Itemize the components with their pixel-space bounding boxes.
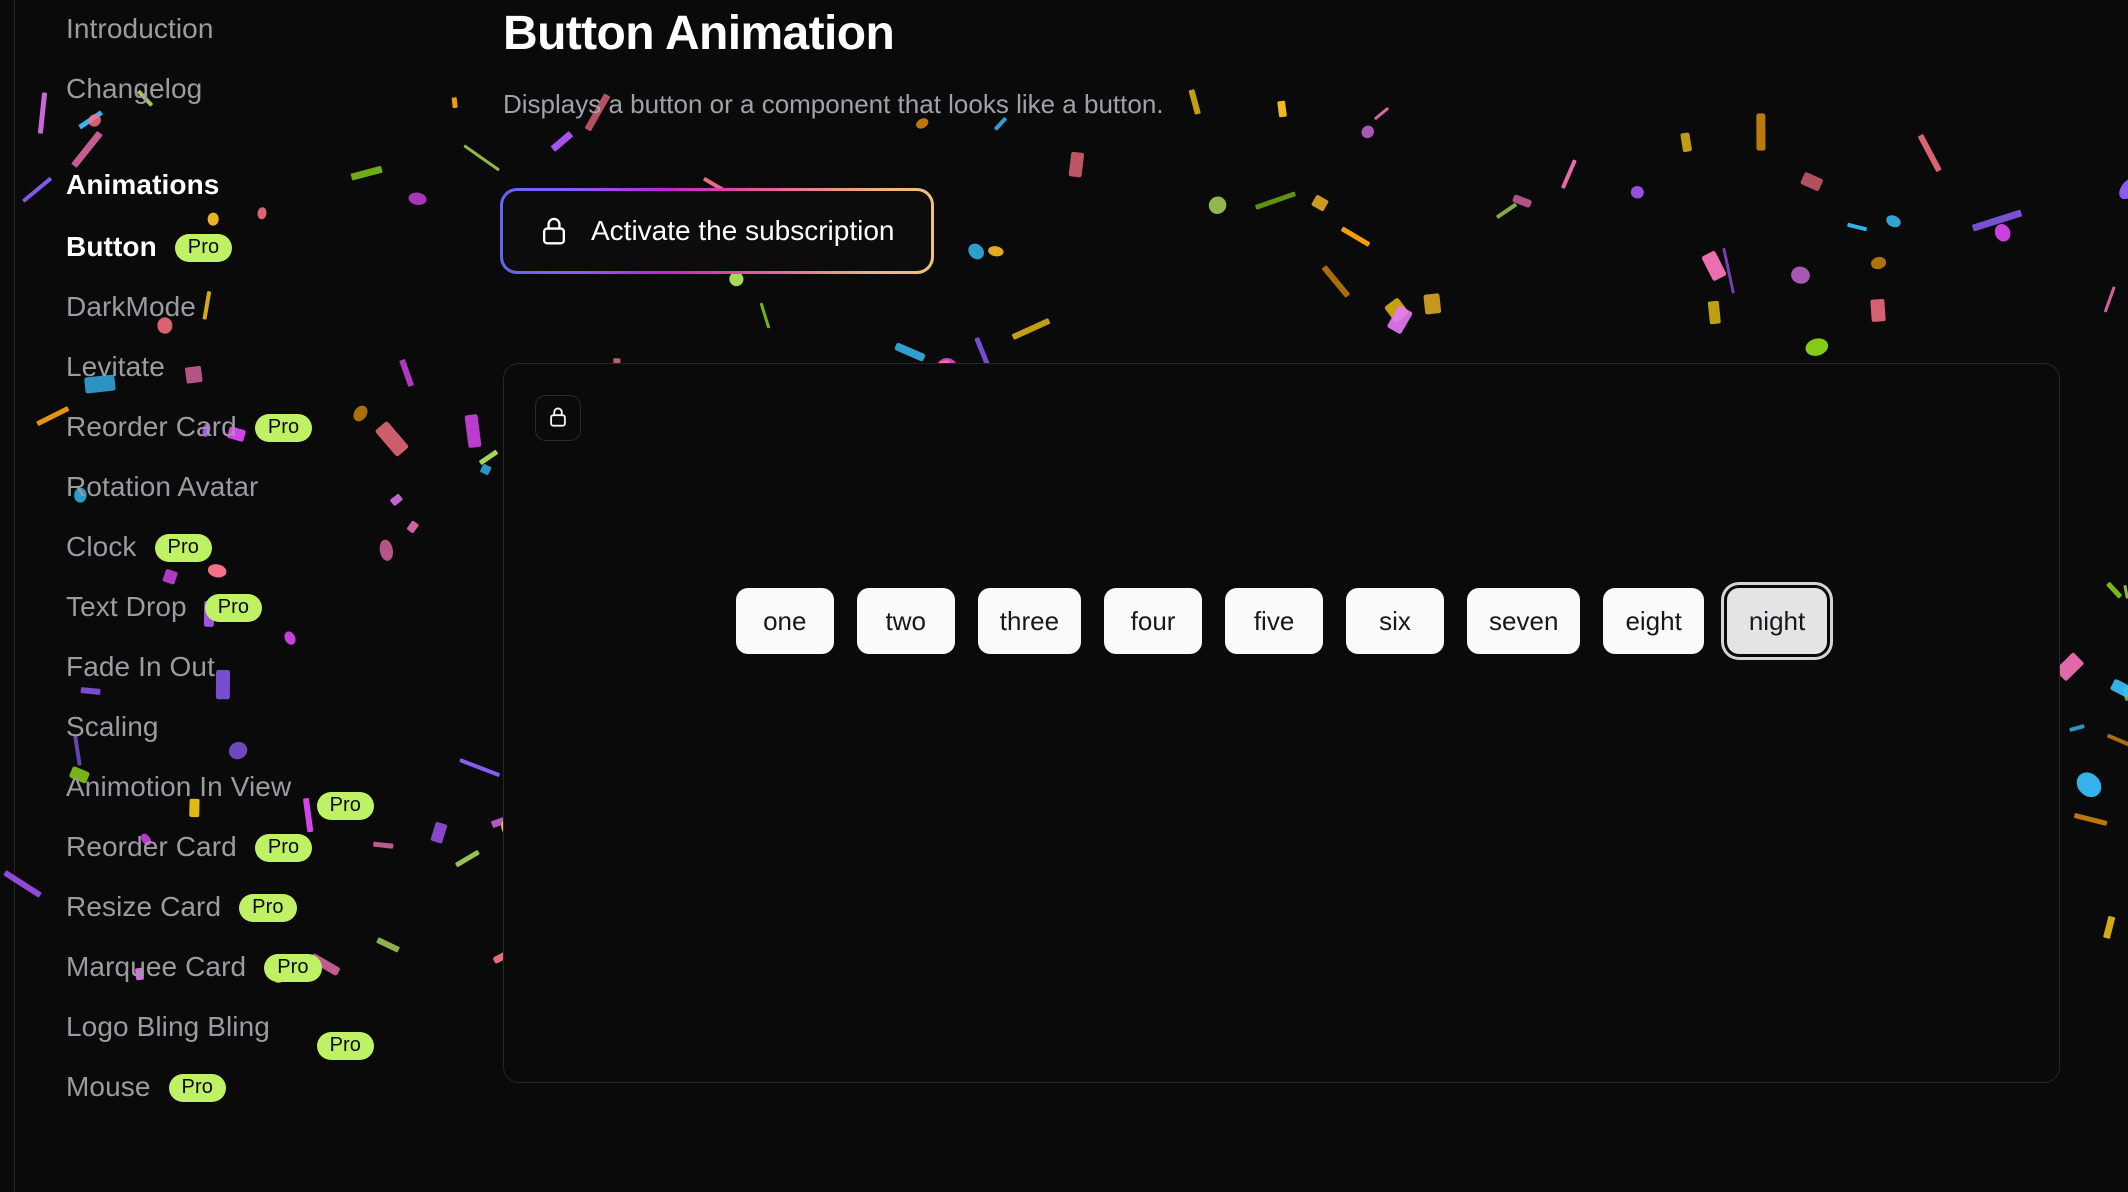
activate-subscription-button[interactable]: Activate the subscription [500,188,933,275]
sidebar-item-label: Levitate [66,351,165,382]
chip-button-seven[interactable]: seven [1467,588,1581,654]
sidebar-item-label: Text Drop [66,591,187,622]
pro-badge: Pro [264,954,322,982]
sidebar-item-label: Fade In Out [66,651,215,682]
pro-badge: Pro [254,414,313,442]
pro-badge: Pro [254,834,313,862]
sidebar-item-label: Reorder Card [66,411,237,442]
pro-badge: Pro [168,1074,226,1102]
lock-icon [547,405,569,432]
sidebar-item-label: Changelog [66,73,203,104]
chip-label: seven [1489,605,1559,636]
cta-container: Activate the subscription [500,188,2128,275]
sidebar-item-fade-in-out[interactable]: Fade In Out [66,648,446,708]
sidebar-item-scaling[interactable]: Scaling [66,708,446,768]
page-subtitle: Displays a button or a component that lo… [503,88,1164,119]
sidebar-item-animations: Animations [66,166,446,228]
sidebar-item-label: Mouse [66,1071,151,1102]
pro-badge: Pro [239,894,297,922]
chip-button-six[interactable]: six [1346,588,1445,654]
sidebar-item-text-drop[interactable]: Text Drop Pro [66,588,446,648]
sidebar-item-resize-card[interactable]: Resize Card Pro [66,888,446,948]
chip-button-row: one two three four five six seven eight night [504,588,2059,654]
preview-lock-button[interactable] [535,395,581,441]
main-content: Button Animation Displays a button or a … [500,0,2128,1192]
sidebar-item-label: Animations [66,169,220,200]
sidebar-item-levitate[interactable]: Levitate [66,348,446,408]
sidebar-item-reorder-card[interactable]: Reorder Card Pro [66,828,446,888]
sidebar-item-label: Clock [66,531,137,562]
sidebar-item-marquee-card[interactable]: Marquee Card Pro [66,948,446,1008]
sidebar-item-label: Resize Card [66,891,222,922]
sidebar-item-label: Scaling [66,711,159,742]
sidebar-item-label: Logo Bling Bling [66,1011,270,1042]
app-root: Introduction Changelog Animations Button Pro… [0,0,2128,1192]
sidebar-item-reorder-card[interactable]: Reorder Card Pro [66,408,446,468]
chip-label: night [1748,605,1806,636]
chip-label: one [763,605,807,636]
sidebar-item-introduction[interactable]: Introduction [66,10,446,70]
sidebar-item-label: Rotation Avatar [66,471,259,502]
sidebar-item-label: Animotion In View [66,771,292,802]
chip-button-eight[interactable]: eight [1603,588,1704,654]
sidebar-item-label: Introduction [66,13,214,44]
page-title: Button Animation [503,7,895,60]
chip-button-three[interactable]: three [977,588,1082,654]
component-preview-card: one two three four five six seven eight night [503,363,2060,1083]
sidebar-item-rotation-avatar[interactable]: Rotation Avatar [66,468,446,528]
chip-label: five [1253,605,1295,636]
sidebar-item-mouse[interactable]: Mouse Pro [66,1068,446,1128]
pro-badge: Pro [204,594,263,622]
chip-label: four [1130,605,1176,636]
chip-label: three [999,605,1060,636]
chip-button-one[interactable]: one [735,588,834,654]
sidebar-item-label: Button [66,231,157,262]
pro-badge: Pro [174,234,233,262]
chip-button-two[interactable]: two [856,588,955,654]
chip-label: two [885,605,927,636]
sidebar-item-logo-bling-bling[interactable]: Logo Bling Bling Pro [66,1008,446,1068]
sidebar-item-animotion-in-view[interactable]: Animotion In View Pro [66,768,446,828]
sidebar-item-label: Reorder Card [66,831,237,862]
sidebar-item-changelog[interactable]: Changelog [66,70,446,130]
chip-button-four[interactable]: four [1104,588,1203,654]
sidebar-navigation: Introduction Changelog Animations Button Pro… [0,0,500,1192]
pro-badge: Pro [316,1032,374,1060]
sidebar-item-darkmode[interactable]: DarkMode [66,288,446,348]
sidebar-item-button[interactable]: Button Pro [66,228,446,288]
chip-label: six [1379,605,1411,636]
chip-label: eight [1625,605,1682,636]
chip-button-night[interactable]: night [1726,588,1828,654]
sidebar-item-label: Marquee Card [66,951,247,982]
sidebar-item-clock[interactable]: Clock Pro [66,528,446,588]
pro-badge: Pro [316,792,374,820]
chip-button-five[interactable]: five [1225,588,1324,654]
sidebar-item-label: DarkMode [66,291,196,322]
cta-label: Activate the subscription [591,215,895,247]
pro-badge: Pro [154,534,212,562]
lock-icon [539,215,569,247]
